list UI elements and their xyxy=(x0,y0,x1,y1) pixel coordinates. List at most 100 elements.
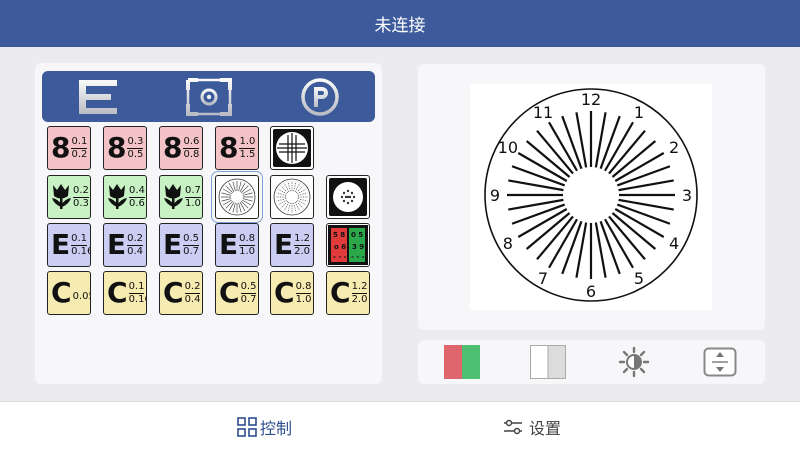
acuity-values: 0.7 1.0 xyxy=(185,185,201,210)
acuity-values: 0.6 0.8 xyxy=(183,136,200,161)
acuity-bottom: 1.0 xyxy=(239,245,256,257)
acuity-top: 0.2 xyxy=(127,232,144,246)
optotype-glyph: C xyxy=(107,276,128,309)
dot-circle-icon xyxy=(329,178,367,216)
tile-8-0.3-0.5[interactable]: 8 0.3 0.5 xyxy=(103,126,147,170)
fit-screen-button[interactable] xyxy=(701,345,739,379)
letter-e-mode-button[interactable] xyxy=(42,71,153,122)
acuity-bottom: 1.0 xyxy=(185,197,201,209)
acuity-bottom: 1.0 xyxy=(295,293,312,305)
white-gray-toggle-icon xyxy=(530,345,566,379)
brightness-button[interactable] xyxy=(615,345,653,379)
red-green-toggle-button[interactable] xyxy=(443,345,481,379)
clock-number: 1 xyxy=(634,103,644,122)
mode-bar xyxy=(42,71,375,122)
camera-mode-button[interactable] xyxy=(153,71,264,122)
tile-c-0.1-0.16[interactable]: C0.10.16 xyxy=(103,271,147,315)
acuity-top: 0.5 xyxy=(183,232,200,246)
clock-number: 3 xyxy=(682,186,692,205)
clock-number: 6 xyxy=(586,282,596,301)
clock-number: 5 xyxy=(634,269,644,288)
tile-e-0.2-0.4[interactable]: E 0.2 0.4 xyxy=(103,223,147,267)
acuity-bottom: 0.3 xyxy=(73,197,89,209)
acuity-values: 1.0 1.5 xyxy=(239,135,256,161)
red-green-toggle-icon xyxy=(444,345,480,379)
acuity-values: 0.3 0.5 xyxy=(127,135,144,161)
chart-selection-panel: 8 0.1 0.2 8 0.3 0.5 8 0.6 0.8 8 1.0 1.5 0.2 0.3 0.4 0.6… xyxy=(35,63,382,384)
acuity-values: 0.8 1.0 xyxy=(239,232,256,258)
clock-number: 11 xyxy=(533,103,553,122)
bottom-tab-bar: 控制 设置 xyxy=(0,401,800,450)
tile-e-0.5-0.7[interactable]: E 0.5 0.7 xyxy=(159,223,203,267)
tile-8-0.1-0.2[interactable]: 8 0.1 0.2 xyxy=(47,126,91,170)
acuity-value: 0.05 xyxy=(72,291,90,302)
tile-e-1.2-2.0[interactable]: E 1.2 2.0 xyxy=(270,223,314,267)
sliders-icon xyxy=(504,419,522,434)
tab-settings-label: 设置 xyxy=(529,418,562,438)
white-gray-toggle-button[interactable] xyxy=(529,345,567,379)
optotype-glyph: C xyxy=(274,276,295,309)
tile-astigmatism-dial[interactable] xyxy=(211,171,263,223)
clock-number: 9 xyxy=(490,186,500,205)
tile-c-0.05[interactable]: C0.05 xyxy=(47,271,91,315)
acuity-bottom: 0.7 xyxy=(183,245,200,257)
tile-dot-circle[interactable] xyxy=(326,175,370,219)
tab-control[interactable]: 控制 xyxy=(237,402,292,450)
tile-tulip-0.4-0.6[interactable]: 0.4 0.6 xyxy=(103,175,147,219)
acuity-top: 0.5 xyxy=(240,280,257,294)
acuity-top: 1.0 xyxy=(239,135,256,149)
tile-dial-dotted[interactable] xyxy=(270,175,314,219)
acuity-values: 0.2 0.3 xyxy=(73,185,89,210)
tile-e-0.8-1.0[interactable]: E 0.8 1.0 xyxy=(215,223,259,267)
clock-number: 2 xyxy=(669,138,679,157)
acuity-bottom: 0.5 xyxy=(127,148,144,160)
tile-8-1.0-1.5[interactable]: 8 1.0 1.5 xyxy=(215,126,259,170)
tile-tulip-0.7-1.0[interactable]: 0.7 1.0 xyxy=(159,175,203,219)
tile-c-0.2-0.4[interactable]: C 0.2 0.4 xyxy=(159,271,203,315)
tab-settings[interactable]: 设置 xyxy=(503,402,561,450)
acuity-values: 0.10.16 xyxy=(71,232,90,258)
cross-grid-icon xyxy=(273,129,311,167)
optotype-glyph: 8 xyxy=(219,131,239,164)
acuity-values: 0.5 0.7 xyxy=(183,232,200,258)
svg-text:o 6: o 6 xyxy=(334,243,346,251)
optotype-glyph: C xyxy=(163,276,184,309)
chart-preview-panel: 12 1 2 3 4 5 6 7 8 9 10 11 xyxy=(418,64,765,330)
acuity-top: 0.1 xyxy=(71,135,88,149)
tile-red-green[interactable]: 5 8 0 5 o 6 3 9 - - - - - - xyxy=(326,223,370,267)
parking-mode-button[interactable] xyxy=(264,71,375,122)
letter-e-icon xyxy=(78,79,117,114)
acuity-values: 0.8 1.0 xyxy=(295,281,312,306)
camera-frame-icon xyxy=(185,77,232,116)
dotted-dial-icon xyxy=(273,178,311,216)
acuity-bottom: 0.8 xyxy=(183,148,200,160)
acuity-values: 0.5 0.7 xyxy=(240,280,257,306)
acuity-values: 0.4 0.6 xyxy=(129,185,145,210)
acuity-top: 0.1 xyxy=(71,232,88,246)
fit-screen-icon xyxy=(703,347,737,377)
acuity-top: 0.7 xyxy=(185,184,201,198)
title-bar: 未连接 xyxy=(0,0,800,47)
tile-8-0.6-0.8[interactable]: 8 0.6 0.8 xyxy=(159,126,203,170)
acuity-bottom: 0.16 xyxy=(71,245,90,257)
tulip-icon xyxy=(52,184,71,209)
tile-cross-grid[interactable] xyxy=(270,126,314,170)
grid-icon xyxy=(237,416,257,437)
clock-number: 4 xyxy=(669,234,679,253)
acuity-bottom: 0.4 xyxy=(127,245,144,257)
optotype-glyph: C xyxy=(330,276,351,309)
acuity-bottom: 2.0 xyxy=(351,293,368,305)
acuity-values: 0.10.16 xyxy=(128,281,146,306)
tile-c-0.8-1.0[interactable]: C 0.8 1.0 xyxy=(270,271,314,315)
acuity-top: 1.2 xyxy=(294,232,311,246)
tile-c-1.2-2.0[interactable]: C 1.2 2.0 xyxy=(326,271,370,315)
tile-e-0.1-0.16[interactable]: E0.10.16 xyxy=(47,223,91,267)
acuity-values: 1.2 2.0 xyxy=(351,281,368,306)
optotype-glyph: E xyxy=(219,228,239,261)
parking-p-icon xyxy=(300,77,339,116)
acuity-top: 0.8 xyxy=(239,232,256,246)
tile-c-0.5-0.7[interactable]: C 0.5 0.7 xyxy=(215,271,259,315)
tile-tulip-0.2-0.3[interactable]: 0.2 0.3 xyxy=(47,175,91,219)
acuity-top: 0.3 xyxy=(127,135,144,149)
optotype-glyph: 8 xyxy=(51,131,71,164)
